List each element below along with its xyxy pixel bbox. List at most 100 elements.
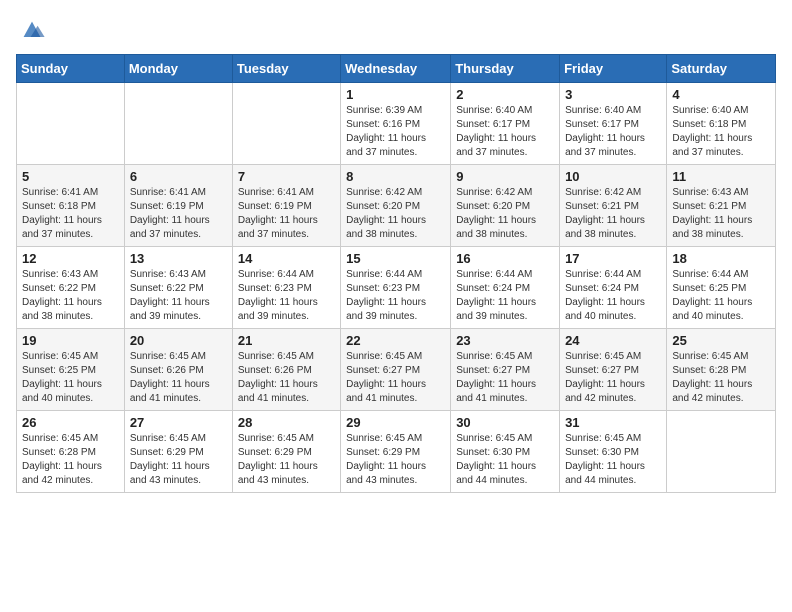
day-number: 5 — [22, 169, 119, 184]
day-info: Sunrise: 6:44 AMSunset: 6:23 PMDaylight:… — [238, 268, 335, 324]
calendar-cell: 30Sunrise: 6:45 AMSunset: 6:30 PMDayligh… — [451, 411, 560, 493]
day-info: Sunrise: 6:45 AMSunset: 6:28 PMDaylight:… — [22, 432, 119, 488]
day-info: Sunrise: 6:45 AMSunset: 6:27 PMDaylight:… — [456, 350, 554, 406]
calendar-cell: 19 Sunrise: 6:45 AMSunset: 6:25 PMDayligh… — [17, 329, 125, 411]
day-number: 11 — [672, 169, 770, 184]
day-number: 23 — [456, 333, 554, 348]
day-info: Sunrise: 6:44 AMSunset: 6:23 PMDaylight:… — [346, 268, 445, 324]
day-number: 26 — [22, 415, 119, 430]
calendar-week-row: 12 Sunrise: 6:43 AMSunset: 6:22 PMDayligh… — [17, 247, 776, 329]
calendar-cell: 7Sunrise: 6:41 AMSunset: 6:19 PMDaylight… — [232, 165, 340, 247]
day-number: 10 — [565, 169, 661, 184]
day-number: 21 — [238, 333, 335, 348]
day-number: 8 — [346, 169, 445, 184]
day-info: Sunrise: 6:45 AMSunset: 6:29 PMDaylight:… — [130, 432, 227, 488]
calendar-cell: 21 Sunrise: 6:45 AMSunset: 6:26 PMDayligh… — [232, 329, 340, 411]
day-number: 1 — [346, 87, 445, 102]
day-info: Sunrise: 6:42 AMSunset: 6:21 PMDaylight:… — [565, 186, 661, 242]
calendar-cell: 23 Sunrise: 6:45 AMSunset: 6:27 PMDayligh… — [451, 329, 560, 411]
day-info: Sunrise: 6:45 AMSunset: 6:26 PMDaylight:… — [130, 350, 227, 406]
calendar-cell: 20 Sunrise: 6:45 AMSunset: 6:26 PMDayligh… — [124, 329, 232, 411]
day-info: Sunrise: 6:44 AMSunset: 6:24 PMDaylight:… — [456, 268, 554, 324]
day-number: 9 — [456, 169, 554, 184]
day-number: 25 — [672, 333, 770, 348]
day-info: Sunrise: 6:40 AMSunset: 6:18 PMDaylight:… — [672, 104, 770, 160]
calendar-cell: 18Sunrise: 6:44 AMSunset: 6:25 PMDayligh… — [667, 247, 776, 329]
calendar-cell: 11Sunrise: 6:43 AMSunset: 6:21 PMDayligh… — [667, 165, 776, 247]
day-number: 20 — [130, 333, 227, 348]
day-info: Sunrise: 6:42 AMSunset: 6:20 PMDaylight:… — [456, 186, 554, 242]
weekday-header: Friday — [560, 55, 667, 83]
day-number: 19 — [22, 333, 119, 348]
logo-icon — [18, 16, 46, 44]
day-info: Sunrise: 6:45 AMSunset: 6:27 PMDaylight:… — [346, 350, 445, 406]
calendar-week-row: 26 Sunrise: 6:45 AMSunset: 6:28 PMDayligh… — [17, 411, 776, 493]
day-info: Sunrise: 6:40 AMSunset: 6:17 PMDaylight:… — [565, 104, 661, 160]
day-info: Sunrise: 6:45 AMSunset: 6:30 PMDaylight:… — [456, 432, 554, 488]
calendar-cell: 17 Sunrise: 6:44 AMSunset: 6:24 PMDayligh… — [560, 247, 667, 329]
day-number: 12 — [22, 251, 119, 266]
day-number: 22 — [346, 333, 445, 348]
weekday-header: Sunday — [17, 55, 125, 83]
day-number: 18 — [672, 251, 770, 266]
page-header — [16, 16, 776, 44]
day-info: Sunrise: 6:45 AMSunset: 6:26 PMDaylight:… — [238, 350, 335, 406]
day-number: 3 — [565, 87, 661, 102]
day-info: Sunrise: 6:45 AMSunset: 6:25 PMDaylight:… — [22, 350, 119, 406]
calendar-week-row: 19 Sunrise: 6:45 AMSunset: 6:25 PMDayligh… — [17, 329, 776, 411]
calendar-cell — [232, 83, 340, 165]
day-number: 2 — [456, 87, 554, 102]
day-info: Sunrise: 6:45 AMSunset: 6:30 PMDaylight:… — [565, 432, 661, 488]
calendar-cell: 26 Sunrise: 6:45 AMSunset: 6:28 PMDayligh… — [17, 411, 125, 493]
calendar-cell: 15 Sunrise: 6:44 AMSunset: 6:23 PMDayligh… — [341, 247, 451, 329]
day-info: Sunrise: 6:41 AMSunset: 6:19 PMDaylight:… — [130, 186, 227, 242]
calendar-cell: 10 Sunrise: 6:42 AMSunset: 6:21 PMDayligh… — [560, 165, 667, 247]
calendar-cell: 12 Sunrise: 6:43 AMSunset: 6:22 PMDayligh… — [17, 247, 125, 329]
day-number: 28 — [238, 415, 335, 430]
calendar-cell: 29 Sunrise: 6:45 AMSunset: 6:29 PMDayligh… — [341, 411, 451, 493]
calendar-cell: 9 Sunrise: 6:42 AMSunset: 6:20 PMDaylight… — [451, 165, 560, 247]
calendar-table: SundayMondayTuesdayWednesdayThursdayFrid… — [16, 54, 776, 493]
calendar-cell: 6 Sunrise: 6:41 AMSunset: 6:19 PMDaylight… — [124, 165, 232, 247]
calendar-cell: 27 Sunrise: 6:45 AMSunset: 6:29 PMDayligh… — [124, 411, 232, 493]
day-number: 15 — [346, 251, 445, 266]
calendar-cell: 24 Sunrise: 6:45 AMSunset: 6:27 PMDayligh… — [560, 329, 667, 411]
calendar-cell: 16 Sunrise: 6:44 AMSunset: 6:24 PMDayligh… — [451, 247, 560, 329]
calendar-cell: 31Sunrise: 6:45 AMSunset: 6:30 PMDayligh… — [560, 411, 667, 493]
calendar-cell: 4 Sunrise: 6:40 AMSunset: 6:18 PMDaylight… — [667, 83, 776, 165]
day-number: 17 — [565, 251, 661, 266]
day-info: Sunrise: 6:45 AMSunset: 6:27 PMDaylight:… — [565, 350, 661, 406]
weekday-header: Thursday — [451, 55, 560, 83]
day-number: 4 — [672, 87, 770, 102]
calendar-cell: 14Sunrise: 6:44 AMSunset: 6:23 PMDayligh… — [232, 247, 340, 329]
day-info: Sunrise: 6:45 AMSunset: 6:29 PMDaylight:… — [346, 432, 445, 488]
calendar-cell — [124, 83, 232, 165]
calendar-cell: 3 Sunrise: 6:40 AMSunset: 6:17 PMDaylight… — [560, 83, 667, 165]
calendar-header-row: SundayMondayTuesdayWednesdayThursdayFrid… — [17, 55, 776, 83]
calendar-cell — [17, 83, 125, 165]
day-info: Sunrise: 6:41 AMSunset: 6:18 PMDaylight:… — [22, 186, 119, 242]
day-info: Sunrise: 6:39 AMSunset: 6:16 PMDaylight:… — [346, 104, 445, 160]
calendar-cell: 28 Sunrise: 6:45 AMSunset: 6:29 PMDayligh… — [232, 411, 340, 493]
calendar-cell: 25 Sunrise: 6:45 AMSunset: 6:28 PMDayligh… — [667, 329, 776, 411]
day-number: 27 — [130, 415, 227, 430]
day-number: 29 — [346, 415, 445, 430]
day-info: Sunrise: 6:43 AMSunset: 6:22 PMDaylight:… — [22, 268, 119, 324]
day-number: 13 — [130, 251, 227, 266]
calendar-cell — [667, 411, 776, 493]
calendar-week-row: 1 Sunrise: 6:39 AMSunset: 6:16 PMDaylight… — [17, 83, 776, 165]
weekday-header: Wednesday — [341, 55, 451, 83]
weekday-header: Tuesday — [232, 55, 340, 83]
weekday-header: Saturday — [667, 55, 776, 83]
day-number: 24 — [565, 333, 661, 348]
day-info: Sunrise: 6:44 AMSunset: 6:24 PMDaylight:… — [565, 268, 661, 324]
calendar-cell: 22 Sunrise: 6:45 AMSunset: 6:27 PMDayligh… — [341, 329, 451, 411]
day-info: Sunrise: 6:41 AMSunset: 6:19 PMDaylight:… — [238, 186, 335, 242]
day-info: Sunrise: 6:45 AMSunset: 6:28 PMDaylight:… — [672, 350, 770, 406]
day-info: Sunrise: 6:42 AMSunset: 6:20 PMDaylight:… — [346, 186, 445, 242]
day-number: 16 — [456, 251, 554, 266]
day-info: Sunrise: 6:45 AMSunset: 6:29 PMDaylight:… — [238, 432, 335, 488]
calendar-cell: 8 Sunrise: 6:42 AMSunset: 6:20 PMDaylight… — [341, 165, 451, 247]
day-number: 6 — [130, 169, 227, 184]
calendar-cell: 2Sunrise: 6:40 AMSunset: 6:17 PMDaylight… — [451, 83, 560, 165]
